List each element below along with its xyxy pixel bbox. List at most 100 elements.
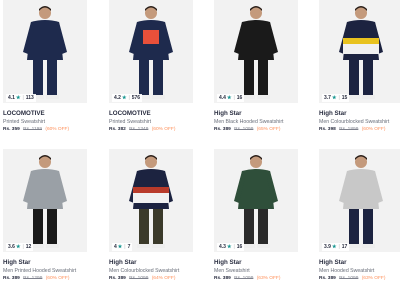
price-mrp: Rs. 1099 — [234, 127, 254, 132]
product-image[interactable] — [109, 149, 193, 252]
model-photo — [129, 6, 173, 99]
product-price: Rs. 389 Rs. 1099 (63% OFF) — [319, 276, 385, 281]
rating-value: 3.9 — [324, 244, 331, 250]
discount-label: (60% OFF) — [151, 127, 176, 132]
rating-value: 4.1 — [8, 95, 15, 101]
rating-divider: | — [128, 95, 130, 101]
product-name[interactable]: Men Black Hooded Sweatshirt — [214, 119, 284, 125]
rating-value: 4.3 — [219, 244, 226, 250]
discount-label: (65% OFF) — [256, 127, 281, 132]
price-mrp: Rs. 1099 — [129, 276, 149, 281]
product-name[interactable]: Men Sweatshirt — [214, 268, 250, 274]
product-price: Rs. 389 Rs. 1099 (63% OFF) — [214, 276, 280, 281]
product-brand[interactable]: High Star — [319, 110, 347, 117]
price-current: Rs. 359 — [3, 127, 20, 132]
rating-value: 4.4 — [219, 95, 226, 101]
rating-count: 7 — [127, 244, 131, 250]
rating-value: 3.6 — [8, 244, 15, 250]
price-mrp: Rs. 1199 — [23, 127, 42, 132]
rating-divider: | — [22, 244, 24, 250]
star-icon: ★ — [121, 95, 127, 101]
product-image[interactable] — [319, 0, 400, 103]
rating-badge: 4.4 ★ | 16 — [217, 94, 245, 102]
price-current: Rs. 398 — [319, 127, 336, 132]
price-current: Rs. 389 — [3, 276, 20, 281]
price-current: Rs. 389 — [214, 276, 231, 281]
star-icon: ★ — [15, 244, 21, 250]
product-image[interactable] — [3, 149, 87, 252]
product-image[interactable] — [214, 149, 298, 252]
rating-count: 16 — [236, 95, 243, 101]
product-price: Rs. 359 Rs. 1199 (60% OFF) — [3, 127, 69, 132]
product-brand[interactable]: High Star — [3, 259, 31, 266]
rating-value: 3.7 — [324, 95, 331, 101]
model-photo — [23, 155, 67, 248]
product-brand[interactable]: High Star — [319, 259, 347, 266]
discount-label: (63% OFF) — [361, 276, 386, 281]
product-image[interactable] — [214, 0, 298, 103]
discount-label: (60% OFF) — [45, 276, 70, 281]
product-name[interactable]: Printed Sweatshirt — [3, 119, 45, 125]
rating-divider: | — [338, 95, 340, 101]
product-brand[interactable]: High Star — [214, 110, 242, 117]
price-current: Rs. 389 — [109, 276, 126, 281]
rating-badge: 3.9 ★ | 17 — [322, 243, 350, 251]
star-icon: ★ — [15, 95, 21, 101]
model-photo — [339, 155, 383, 248]
product-brand[interactable]: LOCOMOTIVE — [3, 110, 45, 117]
rating-divider: | — [233, 244, 235, 250]
rating-count: 17 — [341, 244, 348, 250]
star-icon: ★ — [331, 244, 337, 250]
product-name[interactable]: Printed Sweatshirt — [109, 119, 151, 125]
product-name[interactable]: Men Colourblocked Sweatshirt — [319, 119, 389, 125]
discount-label: (60% OFF) — [45, 127, 70, 132]
star-icon: ★ — [226, 95, 232, 101]
rating-count: 12 — [25, 244, 32, 250]
product-price: Rs. 382 Rs. 1349 (60% OFF) — [109, 127, 175, 132]
rating-badge: 3.6 ★ | 12 — [6, 243, 34, 251]
product-price: Rs. 389 Rs. 1099 (64% OFF) — [109, 276, 175, 281]
rating-badge: 4 ★ | 7 — [112, 243, 133, 251]
model-photo — [234, 155, 278, 248]
rating-count: 113 — [25, 95, 34, 101]
rating-value: 4 — [114, 244, 117, 250]
discount-label: (60% OFF) — [361, 127, 386, 132]
price-current: Rs. 389 — [319, 276, 336, 281]
star-icon: ★ — [117, 244, 123, 250]
product-price: Rs. 389 Rs. 1299 (60% OFF) — [3, 276, 69, 281]
model-photo — [234, 6, 278, 99]
product-image[interactable] — [109, 0, 193, 103]
rating-count: 576 — [131, 95, 141, 101]
rating-divider: | — [22, 95, 24, 101]
rating-count: 15 — [341, 95, 348, 101]
product-name[interactable]: Men Hooded Sweatshirt — [319, 268, 374, 274]
price-mrp: Rs. 1099 — [234, 276, 254, 281]
star-icon: ★ — [331, 95, 337, 101]
product-brand[interactable]: LOCOMOTIVE — [109, 110, 151, 117]
rating-divider: | — [124, 244, 126, 250]
product-price: Rs. 398 Rs. 1899 (60% OFF) — [319, 127, 385, 132]
rating-badge: 3.7 ★ | 15 — [322, 94, 350, 102]
price-current: Rs. 382 — [109, 127, 126, 132]
discount-label: (63% OFF) — [256, 276, 281, 281]
price-mrp: Rs. 1099 — [339, 276, 359, 281]
product-image[interactable] — [319, 149, 400, 252]
rating-badge: 4.1 ★ | 113 — [6, 94, 36, 102]
model-photo — [339, 6, 383, 99]
model-photo — [129, 155, 173, 248]
price-mrp: Rs. 1349 — [129, 127, 149, 132]
product-brand[interactable]: High Star — [214, 259, 242, 266]
rating-divider: | — [338, 244, 340, 250]
rating-value: 4.2 — [114, 95, 121, 101]
star-icon: ★ — [226, 244, 232, 250]
rating-badge: 4.2 ★ | 576 — [112, 94, 143, 102]
product-name[interactable]: Men Colourblocked Sweatshirt — [109, 268, 179, 274]
product-brand[interactable]: High Star — [109, 259, 137, 266]
price-mrp: Rs. 1299 — [23, 276, 43, 281]
price-mrp: Rs. 1899 — [339, 127, 359, 132]
discount-label: (64% OFF) — [151, 276, 176, 281]
rating-count: 16 — [236, 244, 243, 250]
rating-badge: 4.3 ★ | 16 — [217, 243, 245, 251]
product-image[interactable] — [3, 0, 87, 103]
product-name[interactable]: Men Printed Hooded Sweatshirt — [3, 268, 76, 274]
